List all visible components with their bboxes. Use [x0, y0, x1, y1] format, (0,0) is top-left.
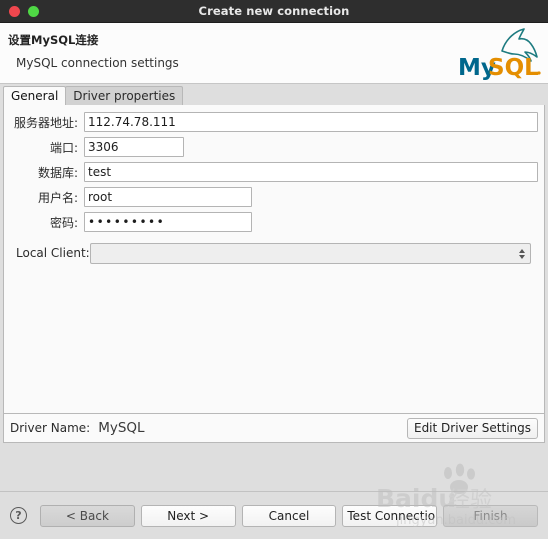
connection-form: 服务器地址: 端口: 数据库: 用户名: 密码: Local Client: — [4, 105, 544, 264]
host-input[interactable] — [84, 112, 538, 132]
chevron-up-icon[interactable] — [518, 249, 525, 253]
dialog-footer: ? < Back Next > Cancel Test Connection .… — [0, 463, 548, 539]
form-row-username: 用户名: — [10, 187, 538, 207]
mysql-logo-dot — [537, 71, 541, 75]
driver-bar: Driver Name: MySQL Edit Driver Settings — [3, 413, 545, 443]
username-input[interactable] — [84, 187, 252, 207]
local-client-select[interactable] — [90, 242, 531, 264]
local-client-label: Local Client: — [16, 246, 90, 260]
cancel-button[interactable]: Cancel — [241, 504, 337, 527]
window-title: Create new connection — [198, 4, 350, 18]
password-input[interactable] — [84, 212, 252, 232]
finish-button[interactable]: Finish — [443, 504, 538, 527]
port-label: 端口: — [49, 140, 78, 155]
mysql-logo-sql: SQL — [488, 55, 539, 81]
general-tab-panel: 服务器地址: 端口: 数据库: 用户名: 密码: Local Client: — [3, 104, 545, 414]
local-client-spinner-icon[interactable] — [517, 245, 526, 264]
next-button[interactable]: Next > — [140, 504, 236, 527]
window-titlebar: Create new connection — [0, 0, 548, 23]
wizard-header-title: 设置MySQL连接 — [8, 33, 99, 47]
maximize-window-icon[interactable] — [28, 5, 39, 17]
test-connection-button[interactable]: Test Connection ... — [342, 504, 438, 527]
create-connection-dialog: Create new connection 设置MySQL连接 MySQL co… — [0, 0, 548, 539]
form-row-host: 服务器地址: — [10, 112, 538, 132]
form-row-local-client: Local Client: — [10, 242, 538, 264]
form-row-database: 数据库: — [10, 162, 538, 182]
password-label: 密码: — [49, 215, 78, 230]
form-row-password: 密码: — [10, 212, 538, 232]
wizard-header-subtitle: MySQL connection settings — [16, 56, 179, 70]
close-window-icon[interactable] — [9, 5, 20, 17]
wizard-header: 设置MySQL连接 MySQL connection settings My S… — [0, 23, 548, 84]
username-label: 用户名: — [37, 190, 78, 205]
tab-strip: General Driver properties — [0, 84, 548, 105]
dialog-spacer — [0, 443, 548, 491]
database-label: 数据库: — [37, 165, 78, 180]
tab-general[interactable]: General — [3, 86, 67, 105]
back-button[interactable]: < Back — [40, 504, 135, 527]
chevron-down-icon[interactable] — [518, 255, 525, 259]
driver-name-value: MySQL — [98, 420, 145, 436]
form-row-port: 端口: — [10, 137, 538, 157]
port-input[interactable] — [84, 137, 184, 157]
driver-name-label: Driver Name: — [10, 421, 91, 435]
edit-driver-settings-button[interactable]: Edit Driver Settings — [406, 417, 538, 439]
tab-driver-properties[interactable]: Driver properties — [65, 86, 184, 105]
mysql-logo-icon: My SQL — [458, 28, 541, 81]
database-input[interactable] — [84, 162, 538, 182]
help-icon[interactable]: ? — [10, 507, 27, 524]
window-controls — [9, 0, 39, 22]
host-label: 服务器地址: — [13, 115, 78, 130]
